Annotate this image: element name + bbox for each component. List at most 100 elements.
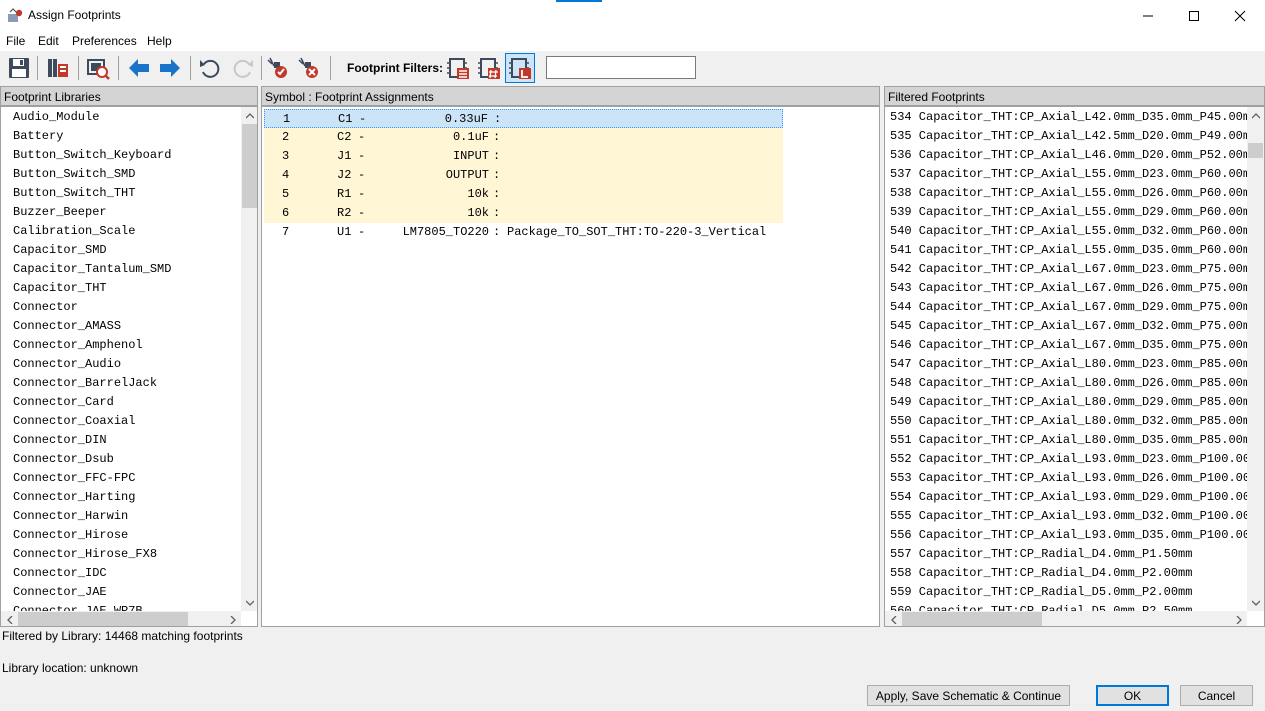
cancel-button[interactable]: Cancel (1180, 685, 1253, 706)
auto-associate-button[interactable] (264, 54, 292, 82)
footprint-list-item[interactable]: 534 Capacitor_THT:CP_Axial_L42.0mm_D35.0… (890, 108, 1257, 127)
footprint-list-item[interactable]: 537 Capacitor_THT:CP_Axial_L55.0mm_D23.0… (890, 165, 1257, 184)
library-list-item[interactable]: Audio_Module (13, 108, 99, 127)
scroll-down-arrow[interactable] (241, 594, 257, 611)
footprint-list-item[interactable]: 540 Capacitor_THT:CP_Axial_L55.0mm_D32.0… (890, 222, 1257, 241)
library-list-item[interactable]: Calibration_Scale (13, 222, 135, 241)
library-list-item[interactable]: Capacitor_THT (13, 279, 107, 298)
filtered-vertical-scrollbar[interactable] (1247, 107, 1264, 611)
footprint-list-item[interactable]: 542 Capacitor_THT:CP_Axial_L67.0mm_D23.0… (890, 260, 1257, 279)
library-list-item[interactable]: Capacitor_Tantalum_SMD (13, 260, 171, 279)
footprint-list-item[interactable]: 551 Capacitor_THT:CP_Axial_L80.0mm_D35.0… (890, 431, 1257, 450)
filter-keywords-button[interactable] (443, 53, 473, 83)
footprint-list-item[interactable]: 554 Capacitor_THT:CP_Axial_L93.0mm_D29.0… (890, 488, 1264, 507)
library-list-item[interactable]: Connector_Harting (13, 488, 135, 507)
library-list-item[interactable]: Connector_Audio (13, 355, 121, 374)
minimize-button[interactable] (1125, 0, 1171, 31)
footprint-list-item[interactable]: 557 Capacitor_THT:CP_Radial_D4.0mm_P1.50… (890, 545, 1192, 564)
assignment-row[interactable]: 6 R2- 10k: (264, 204, 783, 223)
assignment-row[interactable]: 3 J1- INPUT: (264, 147, 783, 166)
filter-library-button[interactable] (505, 53, 535, 83)
libraries-vertical-scrollbar[interactable] (241, 107, 257, 611)
scroll-left-arrow[interactable] (885, 611, 902, 626)
footprint-list-item[interactable]: 558 Capacitor_THT:CP_Radial_D4.0mm_P2.00… (890, 564, 1192, 583)
close-button[interactable] (1217, 0, 1263, 31)
scroll-down-arrow[interactable] (1247, 594, 1264, 611)
menu-preferences[interactable]: Preferences (72, 34, 137, 48)
delete-associations-button[interactable] (295, 54, 323, 82)
footprint-list-item[interactable]: 546 Capacitor_THT:CP_Axial_L67.0mm_D35.0… (890, 336, 1257, 355)
library-list-item[interactable]: Button_Switch_THT (13, 184, 135, 203)
library-list-item[interactable]: Connector_AMASS (13, 317, 121, 336)
assignment-row[interactable]: 1 C1- 0.33uF: (264, 109, 783, 128)
footprint-list-item[interactable]: 535 Capacitor_THT:CP_Axial_L42.5mm_D20.0… (890, 127, 1257, 146)
footprint-list-item[interactable]: 556 Capacitor_THT:CP_Axial_L93.0mm_D35.0… (890, 526, 1264, 545)
scroll-up-arrow[interactable] (1247, 107, 1264, 124)
library-list-item[interactable]: Connector_Dsub (13, 450, 114, 469)
scroll-right-arrow[interactable] (224, 611, 241, 626)
assignment-row[interactable]: 5 R1- 10k: (264, 185, 783, 204)
library-list-item[interactable]: Connector_FFC-FPC (13, 469, 135, 488)
filtered-horizontal-scrollbar[interactable] (885, 611, 1247, 626)
footprint-list-item[interactable]: 552 Capacitor_THT:CP_Axial_L93.0mm_D23.0… (890, 450, 1264, 469)
maximize-button[interactable] (1171, 0, 1217, 31)
scroll-thumb[interactable] (242, 124, 257, 208)
scroll-left-arrow[interactable] (1, 611, 18, 626)
library-list-item[interactable]: Connector_Harwin (13, 507, 128, 526)
footprint-list-item[interactable]: 548 Capacitor_THT:CP_Axial_L80.0mm_D26.0… (890, 374, 1257, 393)
filter-pin-count-button[interactable] (474, 53, 504, 83)
library-list-item[interactable]: Button_Switch_Keyboard (13, 146, 171, 165)
assignment-row[interactable]: 4 J2- OUTPUT: (264, 166, 783, 185)
library-list-item[interactable]: Battery (13, 127, 63, 146)
libraries-horizontal-scrollbar[interactable] (1, 611, 241, 626)
library-list-item[interactable]: Connector_BarrelJack (13, 374, 157, 393)
library-browser-button[interactable] (44, 54, 72, 82)
apply-save-continue-button[interactable]: Apply, Save Schematic & Continue (867, 685, 1070, 706)
footprint-list-item[interactable]: 543 Capacitor_THT:CP_Axial_L67.0mm_D26.0… (890, 279, 1257, 298)
scroll-right-arrow[interactable] (1230, 611, 1247, 626)
footprint-list-item[interactable]: 545 Capacitor_THT:CP_Axial_L67.0mm_D32.0… (890, 317, 1257, 336)
footprint-list-item[interactable]: 555 Capacitor_THT:CP_Axial_L93.0mm_D32.0… (890, 507, 1264, 526)
previous-button[interactable] (125, 54, 153, 82)
footprint-list-item[interactable]: 538 Capacitor_THT:CP_Axial_L55.0mm_D26.0… (890, 184, 1257, 203)
menu-help[interactable]: Help (147, 34, 172, 48)
footprint-list-item[interactable]: 550 Capacitor_THT:CP_Axial_L80.0mm_D32.0… (890, 412, 1257, 431)
footprint-list-item[interactable]: 559 Capacitor_THT:CP_Radial_D5.0mm_P2.00… (890, 583, 1192, 602)
library-list-item[interactable]: Connector_Hirose (13, 526, 128, 545)
library-list-item[interactable]: Connector_IDC (13, 564, 107, 583)
assignment-row[interactable]: 2 C2- 0.1uF: (264, 128, 783, 147)
menu-edit[interactable]: Edit (38, 34, 59, 48)
scroll-thumb[interactable] (902, 612, 1042, 626)
footprint-list-item[interactable]: 547 Capacitor_THT:CP_Axial_L80.0mm_D23.0… (890, 355, 1257, 374)
menu-file[interactable]: File (6, 34, 25, 48)
library-list-item[interactable]: Connector_JAE (13, 583, 107, 602)
scroll-thumb[interactable] (1248, 143, 1263, 158)
redo-button[interactable] (229, 54, 257, 82)
library-list-item[interactable]: Connector (13, 298, 78, 317)
footprint-filter-input[interactable] (546, 56, 696, 79)
ok-button[interactable]: OK (1096, 685, 1169, 706)
library-list-item[interactable]: Connector_DIN (13, 431, 107, 450)
library-list-item[interactable]: Connector_Hirose_FX8 (13, 545, 157, 564)
scroll-up-arrow[interactable] (241, 107, 257, 124)
footprint-list-item[interactable]: 549 Capacitor_THT:CP_Axial_L80.0mm_D29.0… (890, 393, 1257, 412)
footprint-list-item[interactable]: 544 Capacitor_THT:CP_Axial_L67.0mm_D29.0… (890, 298, 1257, 317)
scroll-thumb[interactable] (18, 612, 188, 626)
library-list-item[interactable]: Connector_Amphenol (13, 336, 143, 355)
footprint-list-item[interactable]: 539 Capacitor_THT:CP_Axial_L55.0mm_D29.0… (890, 203, 1257, 222)
undo-button[interactable] (196, 54, 224, 82)
library-list-item[interactable]: Button_Switch_SMD (13, 165, 135, 184)
assignment-row[interactable]: 7 U1- LM7805_TO220: Package_TO_SOT_THT:TO-2… (264, 223, 783, 242)
footprint-list-item[interactable]: 553 Capacitor_THT:CP_Axial_L93.0mm_D26.0… (890, 469, 1264, 488)
libraries-list[interactable]: Audio_Module Battery Button_Switch_Keyboar… (0, 106, 258, 627)
library-list-item[interactable]: Capacitor_SMD (13, 241, 107, 260)
filtered-footprints-list[interactable]: 534 Capacitor_THT:CP_Axial_L42.0mm_D35.0… (884, 106, 1265, 627)
library-list-item[interactable]: Connector_Card (13, 393, 114, 412)
footprint-list-item[interactable]: 536 Capacitor_THT:CP_Axial_L46.0mm_D20.0… (890, 146, 1257, 165)
library-list-item[interactable]: Connector_Coaxial (13, 412, 135, 431)
library-list-item[interactable]: Buzzer_Beeper (13, 203, 107, 222)
save-button[interactable] (5, 54, 33, 82)
assignments-list[interactable]: 1 C1-0.33uF:2 C2-0.1uF:3 J1- INPUT:4 J2- OUTPU… (261, 106, 880, 627)
footprint-list-item[interactable]: 541 Capacitor_THT:CP_Axial_L55.0mm_D35.0… (890, 241, 1257, 260)
next-button[interactable] (156, 54, 184, 82)
